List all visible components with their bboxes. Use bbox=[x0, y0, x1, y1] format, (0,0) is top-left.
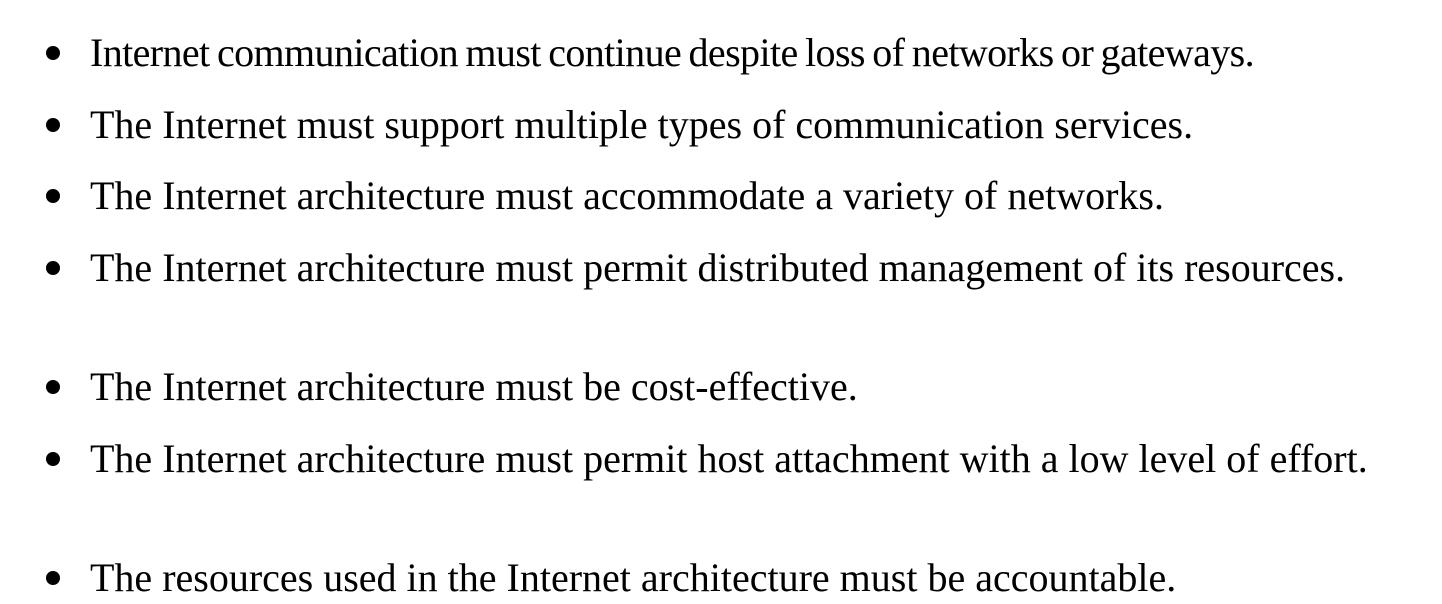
bullet-icon bbox=[46, 189, 60, 203]
bullet-icon bbox=[46, 118, 60, 132]
list-item-text: The Internet architecture must accommoda… bbox=[90, 173, 1164, 218]
list-item-text: The Internet architecture must permit di… bbox=[90, 245, 1346, 290]
bullet-icon bbox=[46, 452, 60, 466]
bullet-icon bbox=[46, 380, 60, 394]
list-item-text: The Internet architecture must be cost-e… bbox=[90, 364, 858, 409]
bullet-icon bbox=[46, 571, 60, 585]
list-item-text: The Internet must support multiple types… bbox=[90, 102, 1194, 147]
bullet-icon bbox=[46, 46, 60, 60]
bullet-icon bbox=[46, 261, 60, 275]
list-item-text: The resources used in the Internet archi… bbox=[90, 555, 1177, 600]
list-item-text: Internet communication must continue des… bbox=[90, 30, 1255, 75]
list-item-text: The Internet architecture must permit ho… bbox=[90, 436, 1368, 481]
